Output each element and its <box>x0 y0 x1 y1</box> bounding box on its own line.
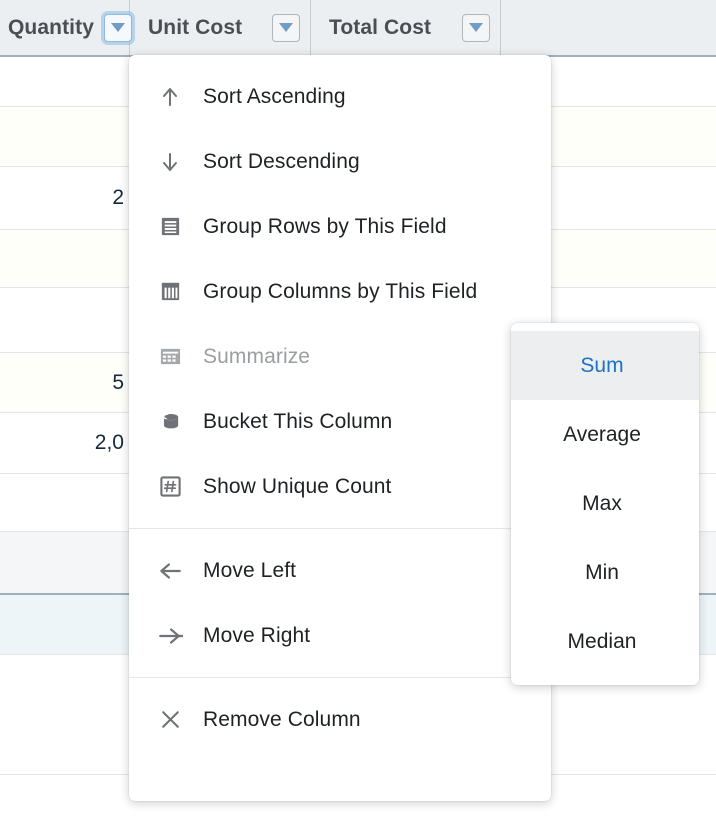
menu-item-label: Move Left <box>203 558 297 582</box>
menu-group-spacer <box>129 678 551 687</box>
menu-item-move-left[interactable]: Move Left <box>129 538 551 603</box>
summarize-icon <box>157 344 183 370</box>
group-columns-icon <box>157 279 183 305</box>
menu-group-spacer <box>129 752 551 761</box>
column-header-total-cost[interactable]: Total Cost <box>311 0 501 55</box>
arrow-left-icon <box>157 558 183 584</box>
menu-item-move-right[interactable]: Move Right <box>129 603 551 668</box>
menu-item-label: Sort Descending <box>203 149 360 173</box>
cell-quantity[interactable]: 2,0 <box>0 431 130 455</box>
column-context-menu[interactable]: Sort Ascending Sort Descending Group Rows … <box>129 55 557 801</box>
menu-group-spacer <box>129 519 551 528</box>
column-header-label: Quantity <box>8 15 94 39</box>
menu-item-sort-ascending[interactable]: Sort Ascending <box>129 64 551 129</box>
cell-quantity[interactable]: 5 <box>0 371 130 395</box>
summarize-submenu[interactable]: Sum Average Max Min Median <box>511 323 699 685</box>
menu-item-label: Bucket This Column <box>203 409 393 433</box>
grid-header-row: Quantity Unit Cost Total Cost <box>0 0 716 57</box>
menu-item-label: Remove Column <box>203 707 361 731</box>
menu-item-group-rows-by-this-field[interactable]: Group Rows by This Field <box>129 194 551 259</box>
close-x-icon <box>157 707 183 733</box>
caret-down-icon <box>279 23 293 32</box>
caret-down-icon <box>469 23 483 32</box>
submenu-item-sum[interactable]: Sum <box>511 331 699 400</box>
menu-group-spacer <box>129 529 551 538</box>
menu-item-label: Summarize <box>203 344 311 368</box>
menu-group: Move Left Move Right <box>129 529 551 677</box>
submenu-item-median[interactable]: Median <box>511 607 699 676</box>
arrow-up-icon <box>157 84 183 110</box>
column-menu-button-total-cost[interactable] <box>462 13 490 42</box>
menu-item-group-columns-by-this-field[interactable]: Group Columns by This Field <box>129 259 551 324</box>
arrow-down-icon <box>157 149 183 175</box>
cell-quantity[interactable]: 2 <box>0 186 130 210</box>
column-header-label: Unit Cost <box>148 15 243 39</box>
menu-item-label: Move Right <box>203 623 311 647</box>
menu-item-remove-column[interactable]: Remove Column <box>129 687 551 752</box>
hash-icon <box>157 474 183 500</box>
column-menu-button-unit-cost[interactable] <box>272 13 300 42</box>
menu-item-label: Group Rows by This Field <box>203 214 447 238</box>
submenu-item-max[interactable]: Max <box>511 469 699 538</box>
column-menu-button-quantity[interactable] <box>103 13 132 42</box>
spreadsheet-column-menu-screen: Quantity Unit Cost Total Cost 2 5 2,0 Sort A… <box>0 0 716 816</box>
menu-item-show-unique-count[interactable]: Show Unique Count <box>129 454 551 519</box>
bucket-icon <box>157 409 183 435</box>
column-header-quantity[interactable]: Quantity <box>0 0 132 55</box>
menu-item-sort-descending[interactable]: Sort Descending <box>129 129 551 194</box>
column-header-unit-cost[interactable]: Unit Cost <box>130 0 311 55</box>
column-header-label: Total Cost <box>329 15 432 39</box>
menu-group: Sort Ascending Sort Descending Group Rows … <box>129 55 557 528</box>
menu-item-label: Sort Ascending <box>203 84 346 108</box>
menu-item-summarize[interactable]: Summarize <box>129 324 557 389</box>
submenu-item-min[interactable]: Min <box>511 538 699 607</box>
menu-item-label: Group Columns by This Field <box>203 279 478 303</box>
group-rows-icon <box>157 214 183 240</box>
arrow-right-icon <box>157 623 183 649</box>
menu-group-spacer <box>129 668 551 677</box>
submenu-item-average[interactable]: Average <box>511 400 699 469</box>
caret-down-icon <box>110 23 125 32</box>
menu-group: Remove Column <box>129 678 551 761</box>
menu-item-label: Show Unique Count <box>203 474 392 498</box>
menu-item-bucket-this-column[interactable]: Bucket This Column <box>129 389 551 454</box>
menu-group-spacer <box>129 55 551 64</box>
